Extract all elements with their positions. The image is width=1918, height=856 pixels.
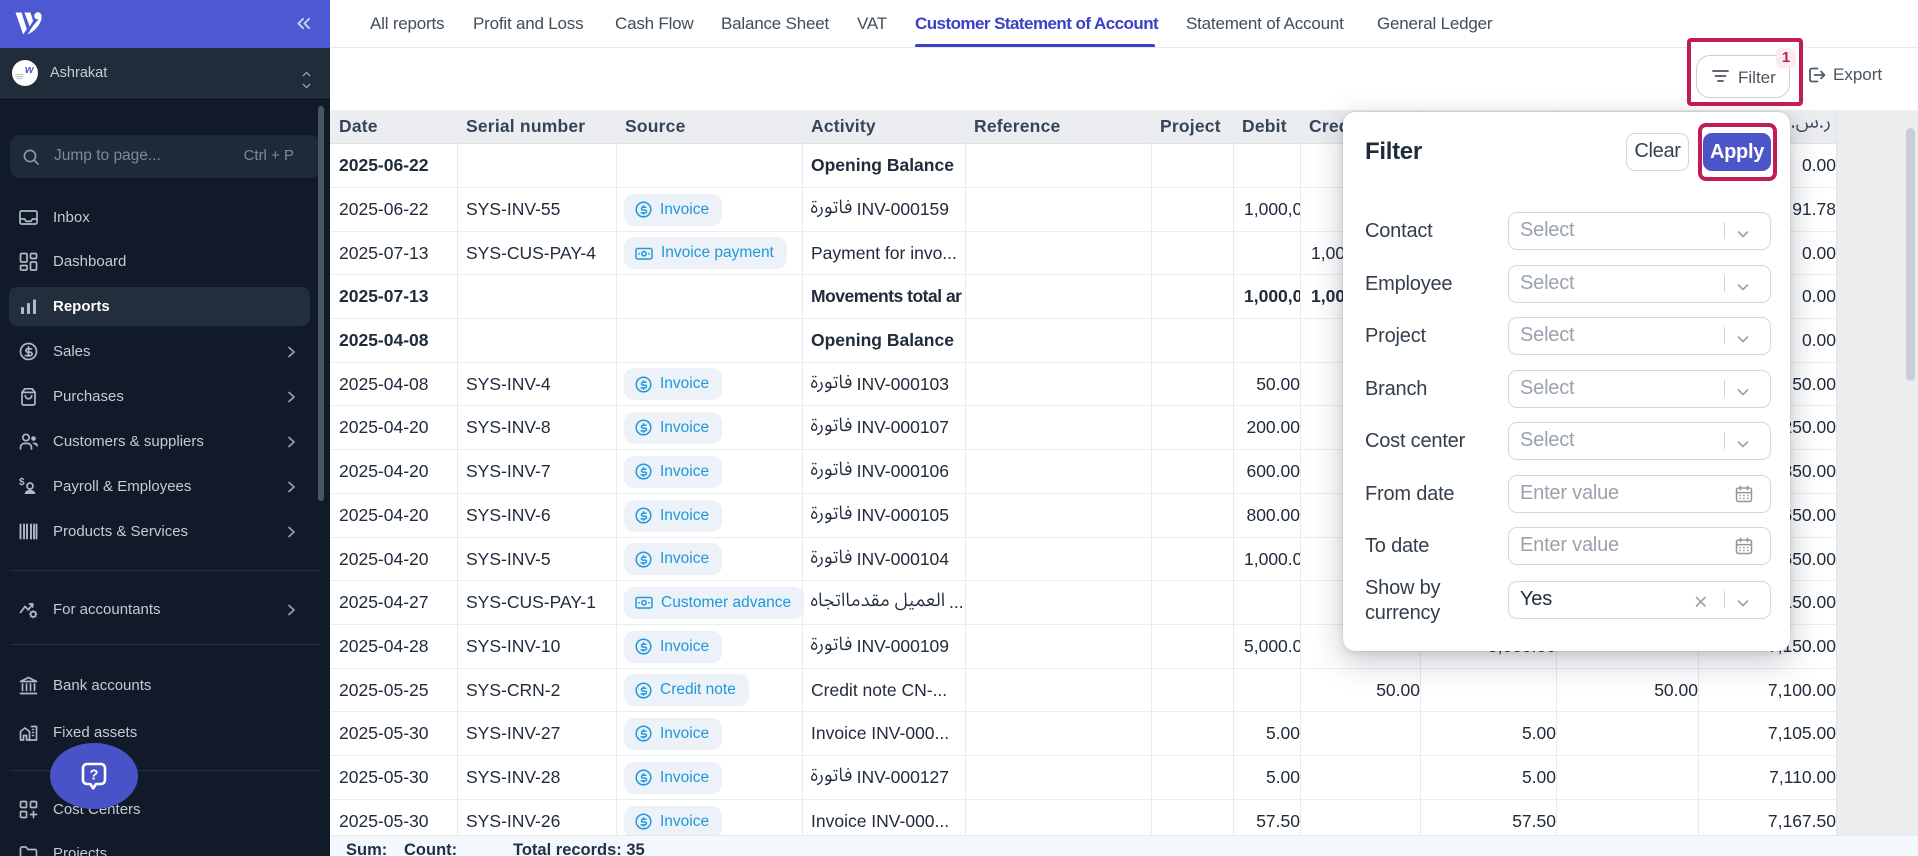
svg-text:?: ? <box>89 767 98 784</box>
svg-text:$: $ <box>19 477 25 488</box>
